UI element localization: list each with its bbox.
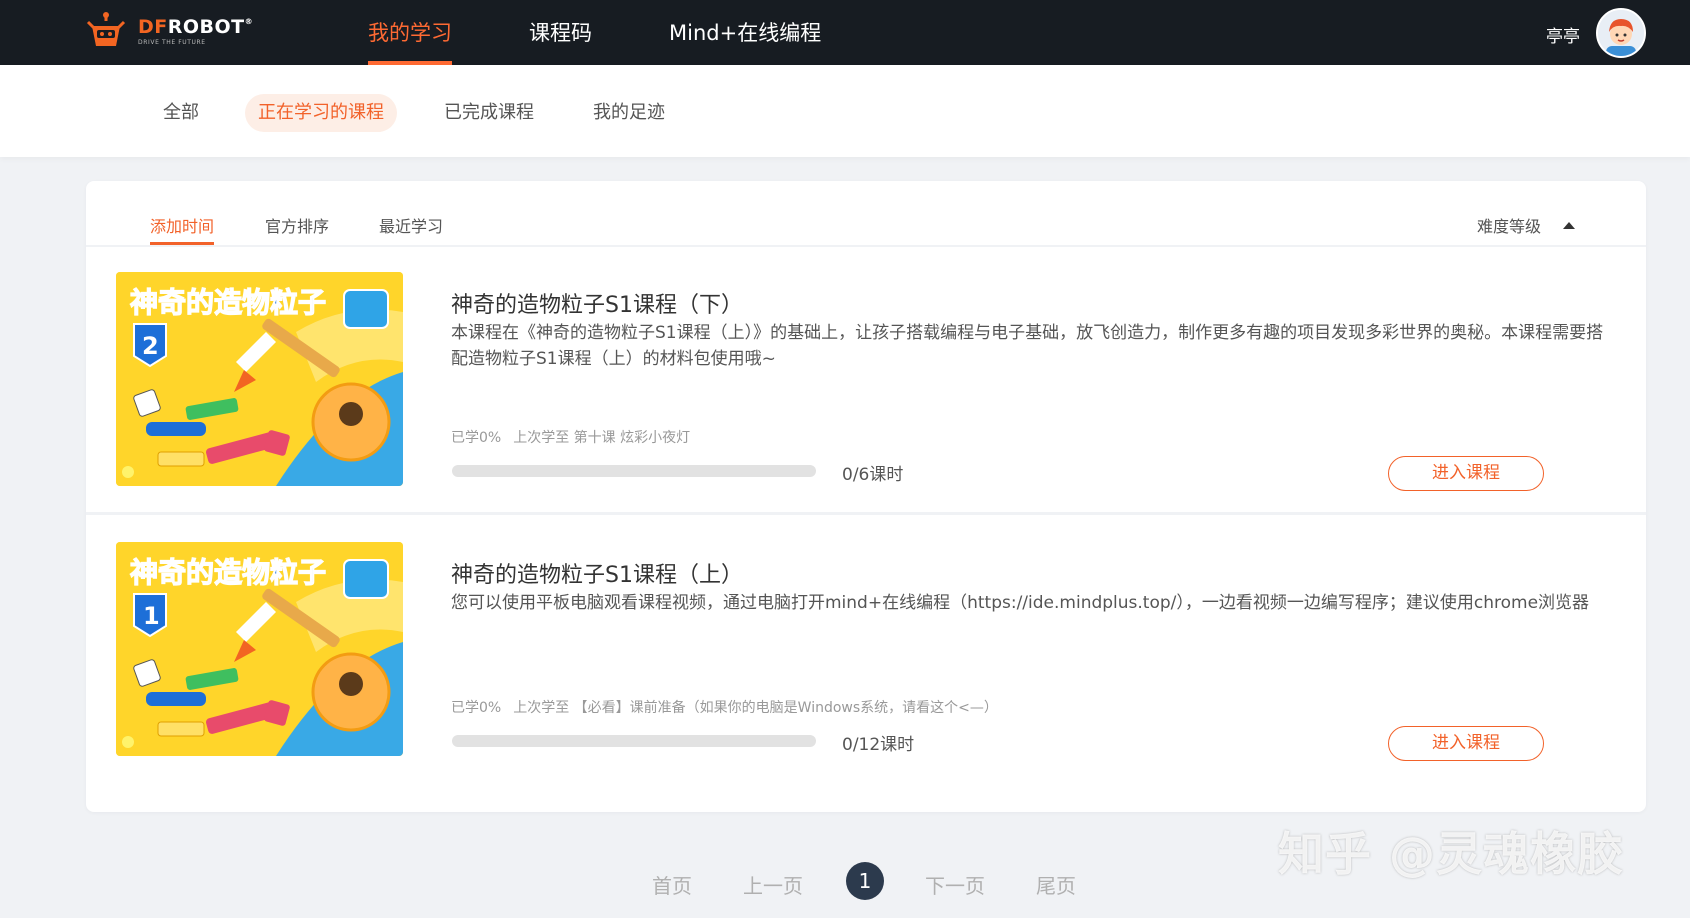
learned-percent: 已学0% <box>451 700 502 716</box>
nav-mindplus-online[interactable]: Mind+在线编程 <box>669 0 821 65</box>
last-page-button[interactable]: 尾页 <box>1036 870 1076 899</box>
progress-bar <box>452 465 816 477</box>
last-learned: 上次学至 【必看】课前准备（如果你的电脑是Windows系统，请看这个<—） <box>513 700 998 716</box>
sort-difficulty[interactable]: 难度等级 <box>1477 213 1576 237</box>
username[interactable]: 亭亭 <box>1546 22 1580 47</box>
first-page-button[interactable]: 首页 <box>652 870 692 899</box>
robot-logo-icon <box>84 12 128 52</box>
nav-course-code[interactable]: 课程码 <box>529 0 592 65</box>
course-thumbnail[interactable]: 神奇的造物粒子 1 <box>116 542 403 756</box>
dfrobot-logo[interactable]: DFROBOT® DRIVE THE FUTURE <box>84 12 253 52</box>
lesson-count: 0/12课时 <box>842 735 915 755</box>
course-title[interactable]: 神奇的造物粒子S1课程（下） <box>451 287 743 319</box>
lesson-count: 0/6课时 <box>842 465 904 485</box>
prev-page-button[interactable]: 上一页 <box>743 870 803 899</box>
course-item: 神奇的造物粒子 1 神奇的造物粒子S1课程（上） 您可以使用平板电脑观看课程视频… <box>86 517 1646 785</box>
progress-bar <box>452 735 816 747</box>
enter-course-button[interactable]: 进入课程 <box>1388 726 1544 761</box>
progress-meta: 已学0% 上次学至 第十课 炫彩小夜灯 <box>451 427 690 447</box>
enter-course-button[interactable]: 进入课程 <box>1388 456 1544 491</box>
course-list-card: 添加时间 官方排序 最近学习 难度等级 神奇的造物粒子 2 神奇的造物粒子S1课… <box>86 181 1646 812</box>
thumbnail-title: 神奇的造物粒子 <box>130 556 326 589</box>
nav-my-learning[interactable]: 我的学习 <box>368 0 452 65</box>
tab-completed[interactable]: 已完成课程 <box>444 94 534 132</box>
top-navbar: DFROBOT® DRIVE THE FUTURE 我的学习 课程码 Mind+… <box>0 0 1690 65</box>
course-item: 神奇的造物粒子 2 神奇的造物粒子S1课程（下） 本课程在《神奇的造物粒子S1课… <box>86 247 1646 515</box>
thumbnail-number: 1 <box>143 602 160 630</box>
sort-recent[interactable]: 最近学习 <box>379 213 443 237</box>
next-page-button[interactable]: 下一页 <box>925 870 985 899</box>
learned-percent: 已学0% <box>451 430 502 446</box>
course-thumbnail[interactable]: 神奇的造物粒子 2 <box>116 272 403 486</box>
brand-name: DFROBOT® <box>138 16 254 38</box>
watermark: 知乎 @灵魂橡胶 <box>1278 827 1625 881</box>
tab-all[interactable]: 全部 <box>163 94 199 132</box>
user-avatar-icon <box>1598 10 1644 56</box>
thumbnail-title: 神奇的造物粒子 <box>130 286 326 319</box>
tab-my-footprints[interactable]: 我的足迹 <box>593 94 665 132</box>
sort-official[interactable]: 官方排序 <box>265 213 329 237</box>
sort-bar: 添加时间 官方排序 最近学习 难度等级 <box>86 181 1646 247</box>
difficulty-label: 难度等级 <box>1477 217 1542 236</box>
last-learned: 上次学至 第十课 炫彩小夜灯 <box>513 430 691 446</box>
course-title[interactable]: 神奇的造物粒子S1课程（上） <box>451 557 743 589</box>
avatar[interactable] <box>1596 8 1646 58</box>
current-page-button[interactable]: 1 <box>846 862 884 900</box>
course-description: 本课程在《神奇的造物粒子S1课程（上）》的基础上，让孩子搭载编程与电子基础，放飞… <box>451 323 1604 369</box>
progress-meta: 已学0% 上次学至 【必看】课前准备（如果你的电脑是Windows系统，请看这个<… <box>451 697 998 717</box>
caret-up-icon <box>1563 221 1576 229</box>
sub-navbar: 全部 正在学习的课程 已完成课程 我的足迹 <box>0 65 1690 157</box>
sort-by-added-time[interactable]: 添加时间 <box>150 213 215 245</box>
tab-in-progress[interactable]: 正在学习的课程 <box>245 94 397 132</box>
brand-tagline: DRIVE THE FUTURE <box>138 39 206 46</box>
thumbnail-number: 2 <box>142 332 159 360</box>
course-description: 您可以使用平板电脑观看课程视频，通过电脑打开mind+在线编程（https://… <box>451 593 1590 613</box>
